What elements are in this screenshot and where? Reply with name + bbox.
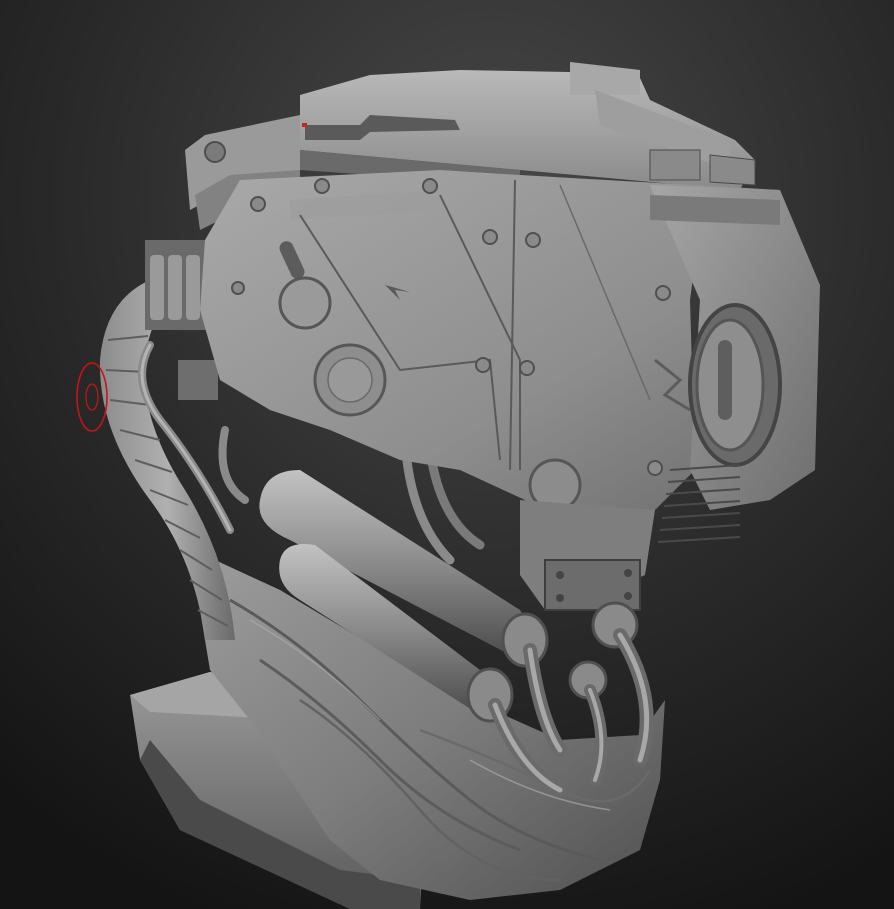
selection-marker (302, 123, 307, 127)
jaw-block (520, 500, 655, 611)
zbrush-canvas-viewport[interactable] (0, 0, 894, 909)
helmet-top (300, 62, 756, 190)
sculpt-model[interactable] (0, 0, 894, 909)
